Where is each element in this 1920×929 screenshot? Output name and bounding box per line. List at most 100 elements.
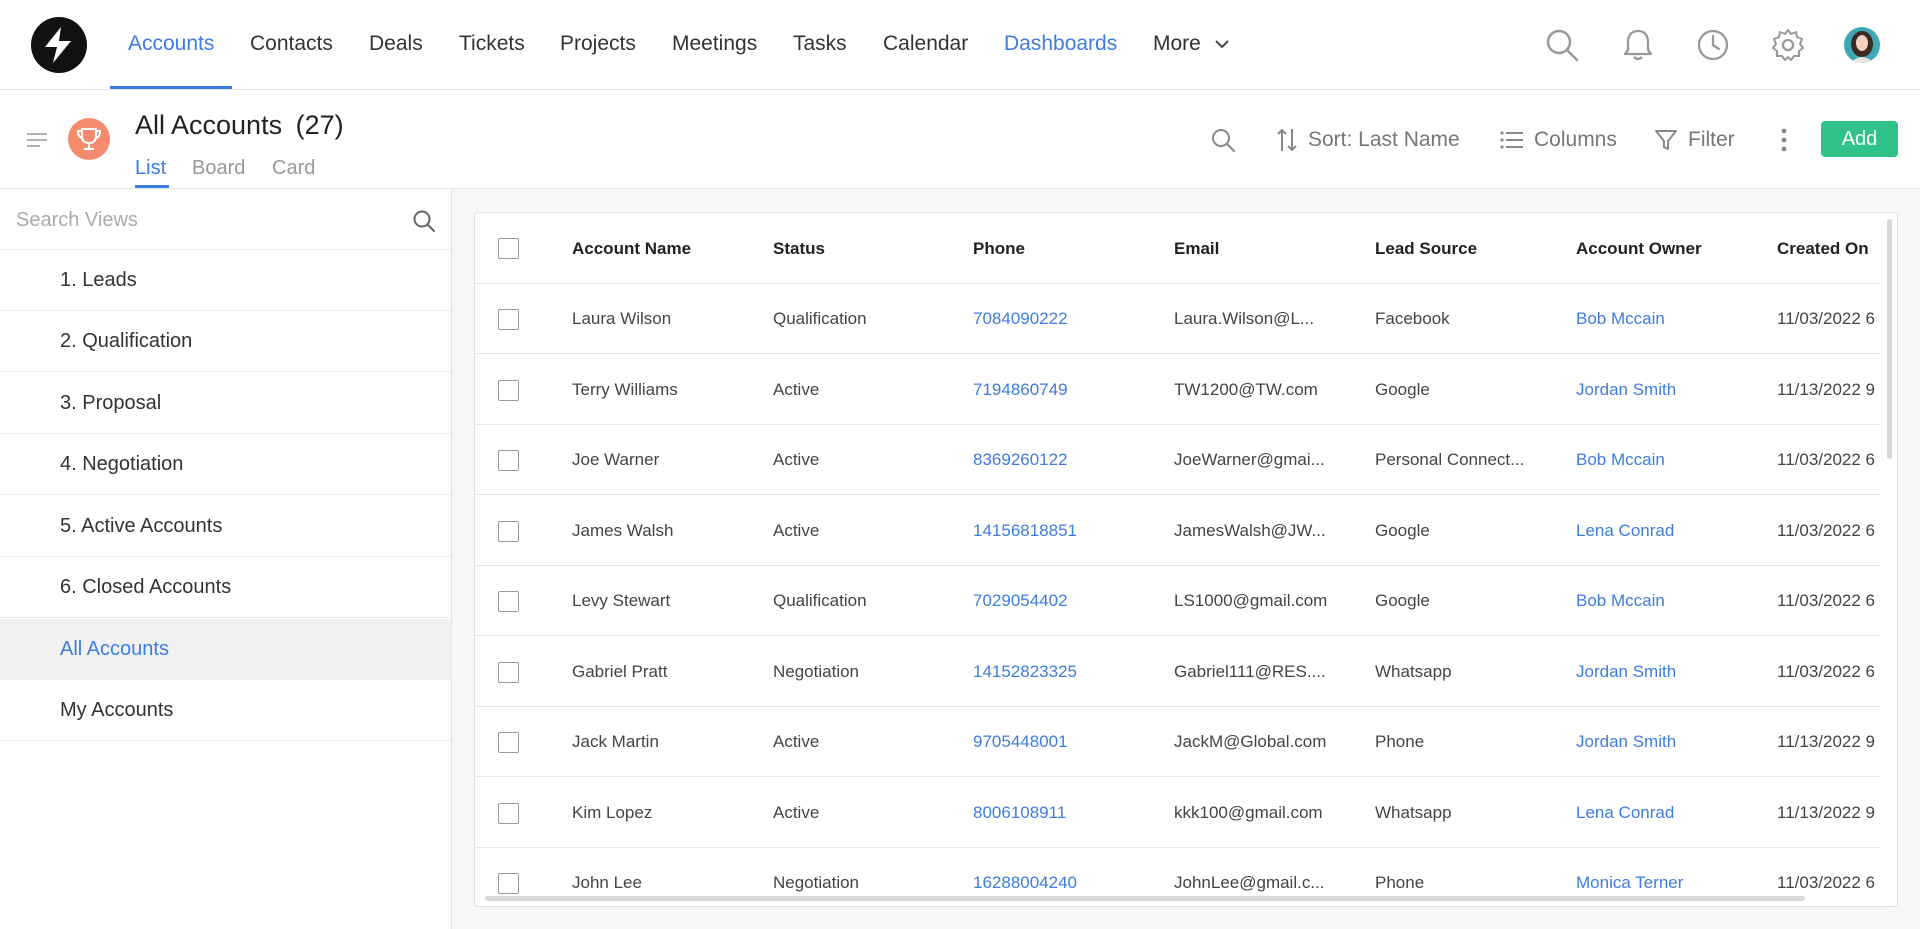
column-header-status[interactable]: Status: [773, 213, 958, 283]
tab-board[interactable]: Board: [192, 157, 245, 180]
view-item-qualification[interactable]: 2. Qualification: [0, 311, 451, 372]
cell-lead-source: Personal Connect...: [1375, 450, 1525, 469]
nav-item-more[interactable]: More: [1153, 0, 1231, 90]
table-row[interactable]: Kim Lopez Active 8006108911 kkk100@gmail.co…: [475, 778, 1880, 848]
cell-lead-source: Google: [1375, 520, 1430, 540]
row-checkbox[interactable]: [498, 802, 519, 824]
cell-account-owner[interactable]: Lena Conrad: [1576, 496, 1761, 566]
view-item-proposal[interactable]: 3. Proposal: [0, 373, 451, 434]
nav-item-calendar[interactable]: Calendar: [883, 0, 968, 90]
cell-phone[interactable]: 7084090222: [973, 284, 1158, 354]
cell-account-owner[interactable]: Lena Conrad: [1576, 778, 1761, 848]
cell-phone[interactable]: 9705448001: [973, 707, 1158, 777]
add-account-button[interactable]: Add: [1821, 121, 1898, 157]
nav-item-tasks[interactable]: Tasks: [793, 0, 847, 90]
view-item-active-accounts[interactable]: 5. Active Accounts: [0, 496, 451, 557]
cell-phone[interactable]: 14156818851: [973, 496, 1158, 566]
cell-account-name: Terry Williams: [572, 379, 678, 399]
row-checkbox[interactable]: [498, 450, 519, 471]
cell-account-owner[interactable]: Bob Mccain: [1576, 425, 1761, 495]
view-item-negotiation[interactable]: 4. Negotiation: [0, 434, 451, 495]
filter-icon: [1655, 130, 1677, 150]
column-header-lead-source[interactable]: Lead Source: [1375, 213, 1560, 283]
cell-created-on: 11/03/2022 6: [1777, 591, 1875, 610]
cell-created-on: 11/03/2022 6: [1777, 450, 1875, 469]
table-row[interactable]: Laura Wilson Qualification 7084090222 Laura…: [475, 284, 1880, 354]
vertical-scrollbar-thumb[interactable]: [1887, 219, 1892, 459]
clock-icon[interactable]: [1695, 27, 1731, 63]
nav-item-contacts[interactable]: Contacts: [250, 0, 333, 90]
cell-created-on: 11/03/2022 6: [1777, 309, 1875, 328]
column-header-account-name[interactable]: Account Name: [572, 213, 757, 283]
cell-phone[interactable]: 14152823325: [973, 637, 1158, 707]
row-checkbox[interactable]: [498, 520, 519, 542]
cell-account-owner[interactable]: Bob Mccain: [1576, 566, 1761, 636]
cell-account-owner[interactable]: Jordan Smith: [1576, 707, 1761, 777]
search-views-input[interactable]: [16, 203, 396, 237]
cell-phone[interactable]: 7194860749: [973, 355, 1158, 425]
cell-lead-source: Whatsapp: [1375, 661, 1452, 681]
search-icon[interactable]: [412, 209, 436, 233]
nav-item-tickets[interactable]: Tickets: [459, 0, 525, 90]
nav-item-accounts[interactable]: Accounts: [128, 0, 214, 90]
cell-phone[interactable]: 8369260122: [973, 425, 1158, 495]
gear-icon[interactable]: [1770, 27, 1806, 63]
column-header-phone[interactable]: Phone: [973, 213, 1158, 283]
table-search-button[interactable]: [1210, 122, 1236, 158]
cell-account-name: Joe Warner: [572, 450, 660, 469]
bell-icon[interactable]: [1620, 27, 1656, 63]
chevron-down-icon: [1214, 40, 1229, 49]
page-title: All Accounts (27): [135, 110, 344, 141]
cell-phone[interactable]: 8006108911: [973, 778, 1158, 848]
nav-item-meetings[interactable]: Meetings: [672, 0, 757, 90]
search-icon[interactable]: [1544, 27, 1580, 63]
table-row[interactable]: James Walsh Active 14156818851 JamesWalsh@J…: [475, 496, 1880, 566]
nav-item-projects[interactable]: Projects: [560, 0, 636, 90]
list-icon: [1500, 131, 1523, 149]
column-header-created-on[interactable]: Created On: [1777, 213, 1880, 283]
nav-item-dashboards[interactable]: Dashboards: [1004, 0, 1117, 90]
more-actions-button[interactable]: [1780, 122, 1788, 158]
select-all-checkbox[interactable]: [498, 238, 519, 259]
view-item-leads[interactable]: 1. Leads: [0, 250, 451, 311]
tab-card[interactable]: Card: [272, 157, 315, 180]
table-row[interactable]: Gabriel Pratt Negotiation 14152823325 Gabri…: [475, 637, 1880, 707]
cell-account-owner[interactable]: Bob Mccain: [1576, 284, 1761, 354]
columns-button[interactable]: Columns: [1500, 122, 1617, 158]
row-checkbox[interactable]: [498, 732, 519, 753]
row-checkbox[interactable]: [498, 379, 519, 401]
page-title-text: All Accounts: [135, 110, 283, 140]
tab-list[interactable]: List: [135, 157, 166, 180]
row-checkbox[interactable]: [498, 591, 519, 612]
view-item-my-accounts[interactable]: My Accounts: [0, 680, 451, 741]
view-item-closed-accounts[interactable]: 6. Closed Accounts: [0, 557, 451, 618]
column-header-email[interactable]: Email: [1174, 213, 1359, 283]
view-item-all-accounts[interactable]: All Accounts: [0, 619, 451, 680]
table-row[interactable]: Terry Williams Active 7194860749 TW1200@TW.…: [475, 355, 1880, 425]
user-avatar[interactable]: [1844, 27, 1880, 63]
filter-button[interactable]: Filter: [1654, 122, 1735, 158]
column-header-account-owner[interactable]: Account Owner: [1576, 213, 1761, 283]
cell-phone[interactable]: 7029054402: [973, 566, 1158, 636]
cell-status: Active: [773, 379, 820, 399]
app-logo-icon[interactable]: [31, 17, 87, 73]
table-row[interactable]: Levy Stewart Qualification 7029054402 LS100…: [475, 566, 1880, 636]
sort-button[interactable]: Sort: Last Name: [1276, 122, 1460, 158]
trophy-icon: [76, 128, 102, 150]
search-icon: [1212, 129, 1235, 152]
table-row[interactable]: Joe Warner Active 8369260122 JoeWarner@gmai…: [475, 425, 1880, 495]
table-row[interactable]: Jack Martin Active 9705448001 JackM@Global.…: [475, 707, 1880, 777]
cell-account-owner[interactable]: Jordan Smith: [1576, 637, 1761, 707]
cell-lead-source: Google: [1375, 591, 1430, 610]
page-header: All Accounts (27) List Board Card Sort: …: [0, 90, 1920, 189]
cell-lead-source: Facebook: [1375, 309, 1450, 328]
row-checkbox[interactable]: [498, 661, 519, 683]
row-checkbox[interactable]: [498, 873, 519, 894]
cell-account-owner[interactable]: Jordan Smith: [1576, 355, 1761, 425]
cell-account-name: Gabriel Pratt: [572, 661, 668, 681]
horizontal-scrollbar-thumb[interactable]: [485, 896, 1805, 901]
menu-icon[interactable]: [27, 132, 47, 148]
cell-account-name: Laura Wilson: [572, 309, 672, 328]
row-checkbox[interactable]: [498, 309, 519, 330]
nav-item-deals[interactable]: Deals: [369, 0, 423, 90]
